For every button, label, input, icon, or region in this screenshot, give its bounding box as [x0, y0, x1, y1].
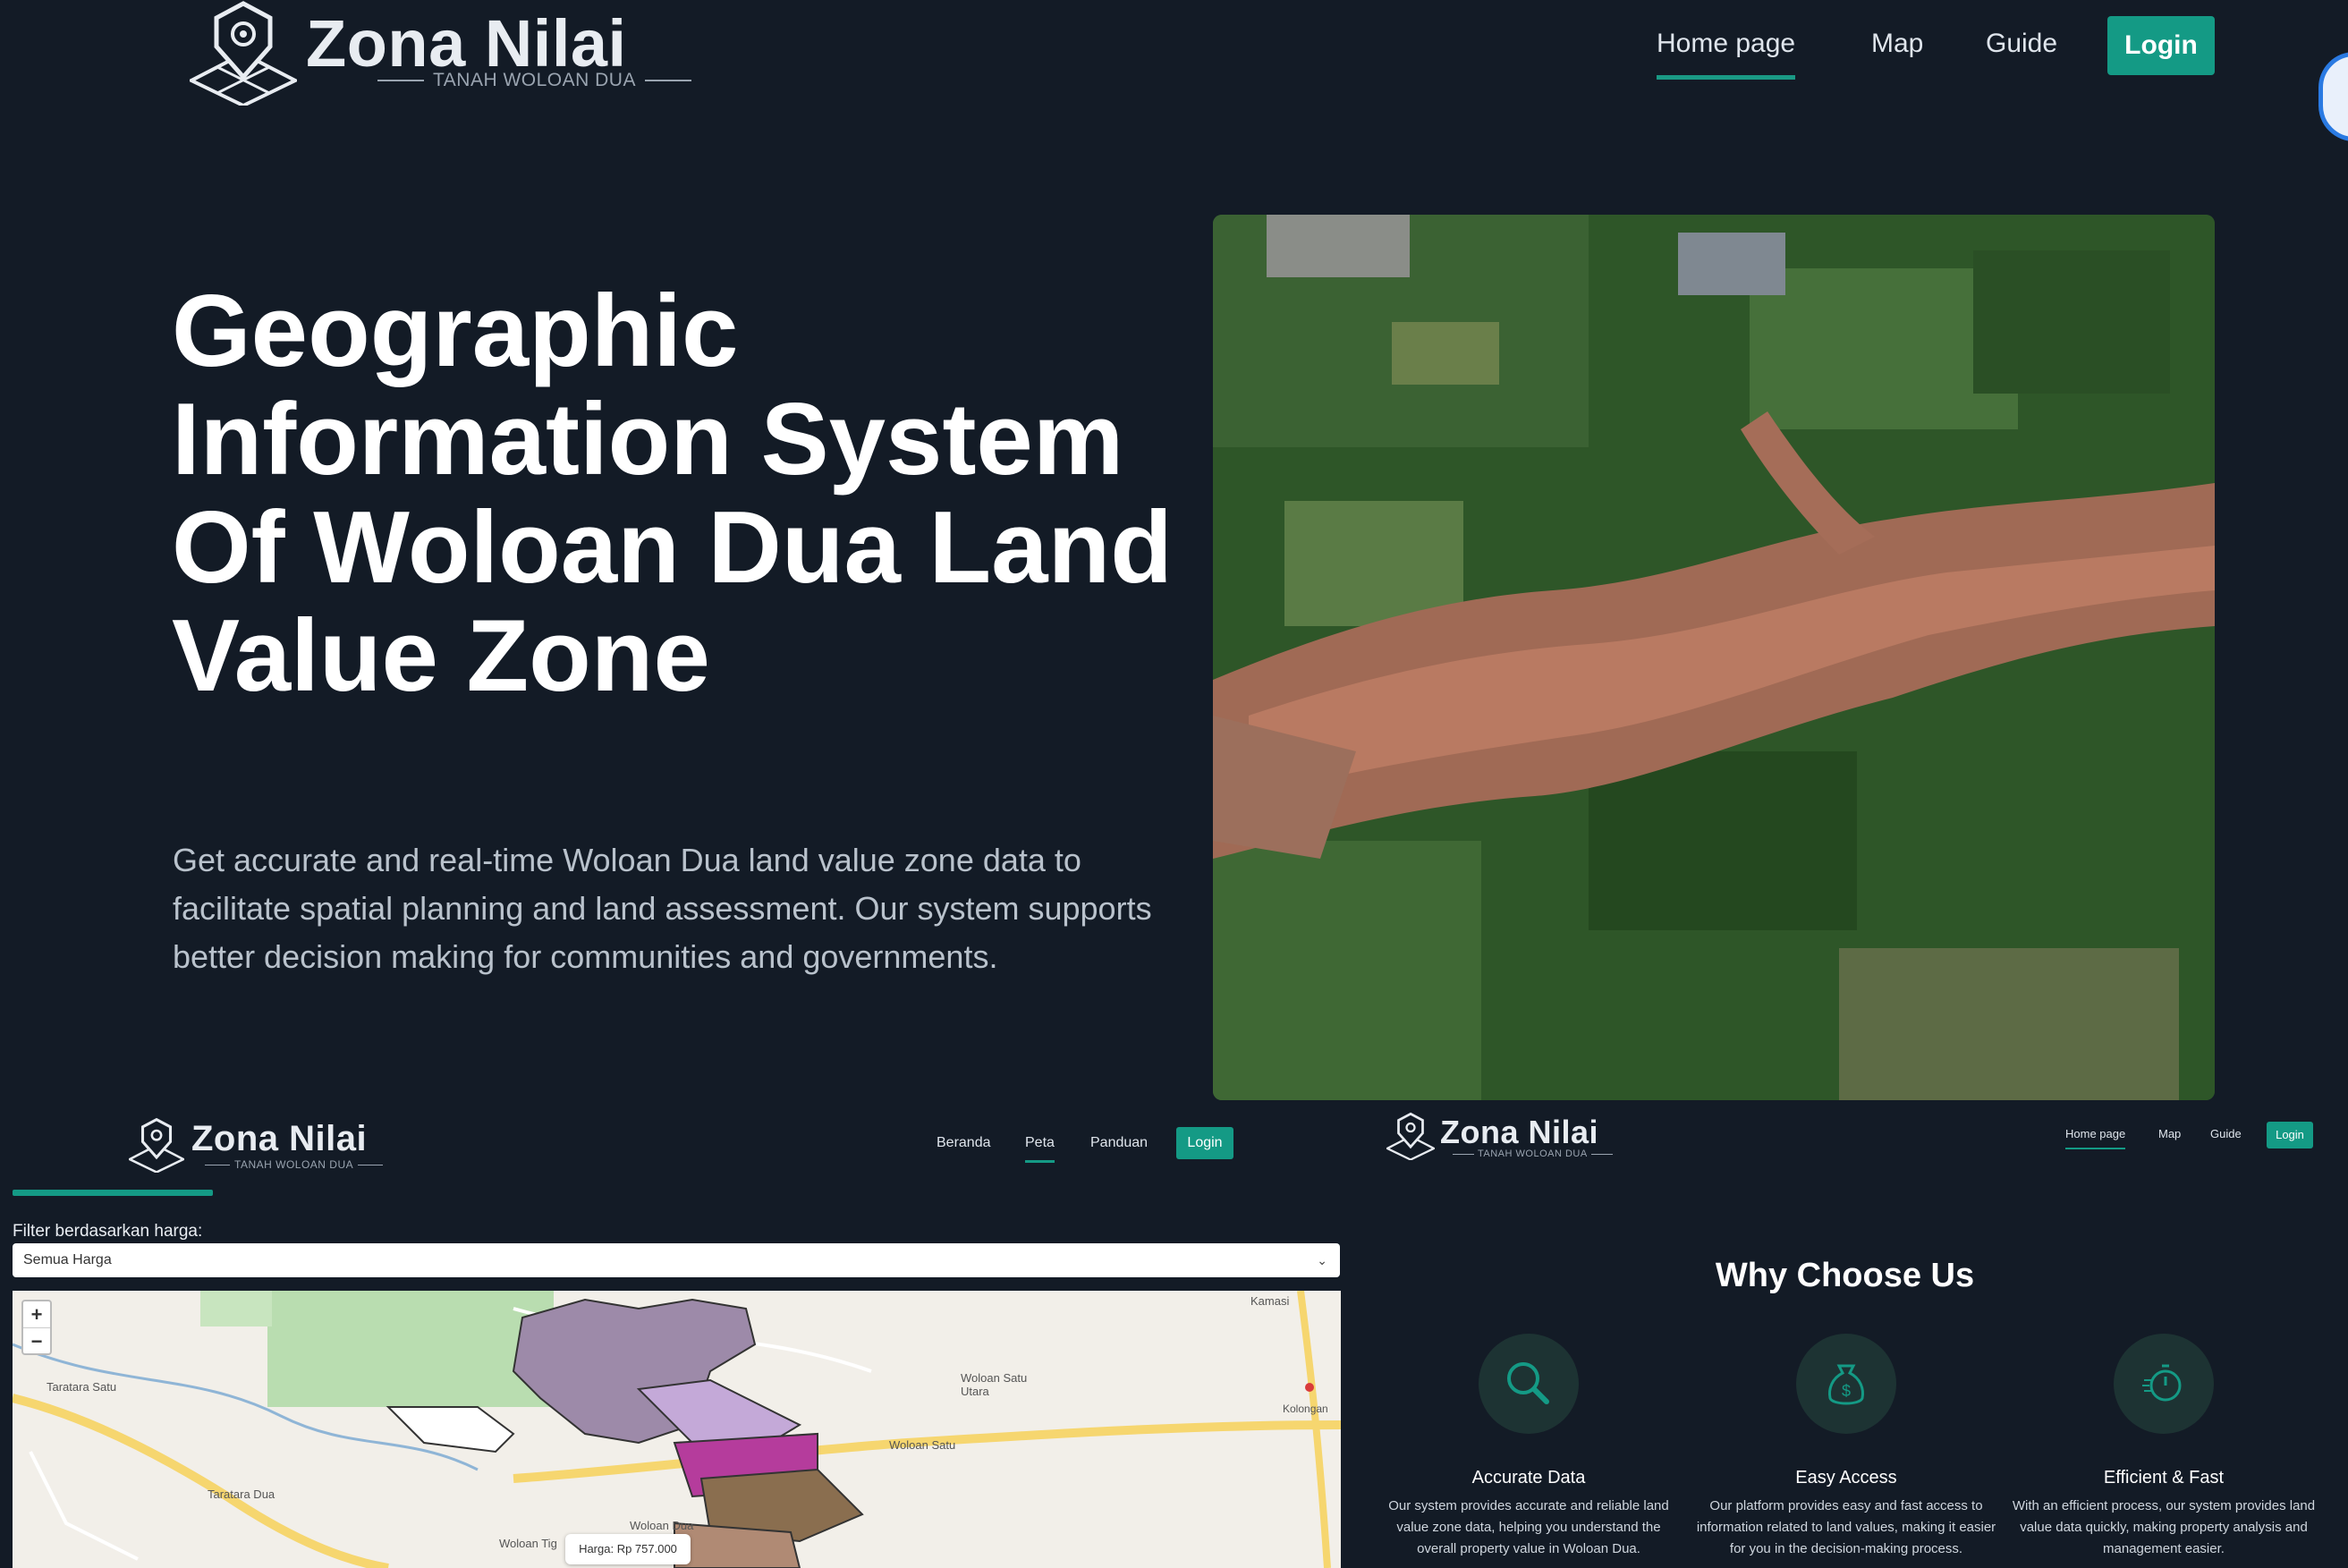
brand-logo[interactable]: Zona Nilai TANAH WOLOAN DUA — [190, 0, 635, 106]
brand-tagline: TANAH WOLOAN DUA — [369, 70, 700, 91]
feature-title: Efficient & Fast — [2103, 1468, 2225, 1487]
price-popup: Harga: Rp 757.000 — [565, 1534, 691, 1564]
zoom-control[interactable]: + − — [21, 1300, 52, 1355]
satellite-image — [1213, 215, 2215, 1100]
nav-guide[interactable]: Guide — [1986, 29, 2057, 59]
brand-tagline: TANAH WOLOAN DUA — [1449, 1148, 1616, 1159]
feature-icon-circle: $ — [1796, 1334, 1896, 1434]
place-label: Kolongan — [1283, 1403, 1328, 1415]
nav-guide[interactable]: Guide — [2210, 1127, 2242, 1140]
feature-title: Accurate Data — [1471, 1468, 1586, 1487]
feature-description: Our platform provides easy and fast acce… — [1696, 1498, 1996, 1556]
hero-description: Get accurate and real-time Woloan Dua la… — [173, 842, 1152, 975]
why-choose-us-title: Why Choose Us — [1715, 1257, 1975, 1294]
place-label: Kamasi — [1250, 1294, 1290, 1308]
svg-text:$: $ — [1842, 1382, 1851, 1400]
place-label: Taratara Dua — [208, 1487, 275, 1501]
feature-icon-circle — [1479, 1334, 1579, 1434]
map-login-button[interactable]: Login — [1176, 1127, 1233, 1159]
nav-panduan[interactable]: Panduan — [1090, 1135, 1148, 1151]
tab-indicator — [13, 1190, 213, 1196]
feature-icon-circle — [2114, 1334, 2214, 1434]
nav-home[interactable]: Home page — [2065, 1127, 2126, 1149]
stopwatch-icon — [2142, 1364, 2182, 1402]
brand-tagline: TANAH WOLOAN DUA — [200, 1158, 387, 1171]
logo-icon — [129, 1117, 184, 1173]
nav-map[interactable]: Map — [1871, 29, 1923, 59]
place-label: Woloan Dua — [630, 1519, 694, 1532]
logo-icon — [190, 1, 297, 106]
logo-icon — [1386, 1112, 1435, 1160]
map-page-logo[interactable]: Zona Nilai TANAH WOLOAN DUA — [129, 1114, 379, 1176]
brand-name: Zona Nilai — [1440, 1114, 1599, 1150]
brand-name: Zona Nilai — [191, 1119, 368, 1158]
price-filter-value: Semua Harga — [23, 1252, 112, 1267]
feature-description: With an efficient process, our system pr… — [2012, 1498, 2316, 1556]
feature-title: Easy Access — [1795, 1468, 1897, 1487]
login-button[interactable]: Login — [2107, 16, 2215, 75]
filter-label: Filter berdasarkan harga: — [13, 1222, 203, 1241]
why-login-button[interactable]: Login — [2267, 1122, 2313, 1148]
nav-home[interactable]: Home page — [1657, 29, 1796, 80]
feature-description: Our system provides accurate and reliabl… — [1388, 1498, 1669, 1556]
satellite-map-graphic — [1213, 215, 2215, 1100]
money-bag-icon: $ — [1828, 1364, 1864, 1405]
nav-peta[interactable]: Peta — [1025, 1135, 1055, 1163]
price-filter-select[interactable]: Semua Harga ⌄ — [13, 1243, 1340, 1277]
zoom-in-button[interactable]: + — [23, 1301, 50, 1328]
hero-title: Geographic Information System Of Woloan … — [172, 275, 1173, 713]
zoom-out-button[interactable]: − — [23, 1328, 50, 1354]
search-icon — [1507, 1362, 1549, 1404]
nav-map[interactable]: Map — [2158, 1127, 2181, 1140]
chevron-down-icon: ⌄ — [1317, 1253, 1327, 1267]
place-label: Woloan Satu Utara — [961, 1371, 1028, 1398]
place-label: Woloan Satu — [889, 1438, 956, 1452]
floating-widget-button[interactable] — [2318, 52, 2348, 141]
place-label: Woloan Tig — [499, 1537, 557, 1550]
place-label: Taratara Satu — [47, 1380, 117, 1394]
why-page-logo[interactable]: Zona Nilai TANAH WOLOAN DUA — [1386, 1109, 1637, 1163]
land-value-map[interactable]: + − Kamasi Taratara Satu Taratara Dua Wo… — [13, 1291, 1341, 1568]
nav-beranda[interactable]: Beranda — [937, 1135, 991, 1151]
